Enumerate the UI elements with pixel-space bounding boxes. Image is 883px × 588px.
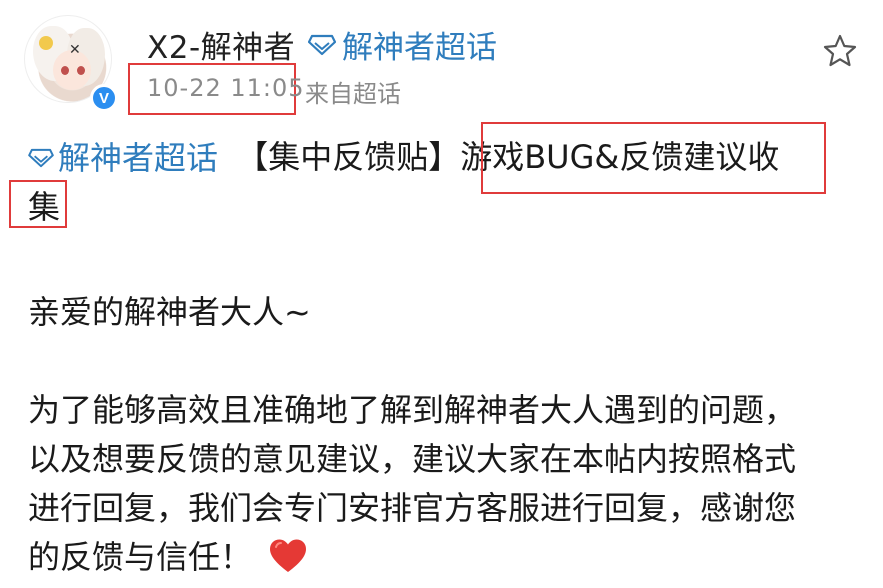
verified-badge-icon: V xyxy=(90,84,118,112)
post-title-prefix: 【集中反馈贴】 xyxy=(236,138,461,176)
diamond-icon xyxy=(308,34,336,55)
avatar-eye-right xyxy=(77,66,85,75)
avatar-ornament xyxy=(39,36,53,50)
post-topic-label: 解神者超话 xyxy=(58,139,219,177)
post-paragraph: 为了能够高效且准确地了解到解神者大人遇到的问题， 以及想要反馈的意见建议，建议大… xyxy=(28,386,868,582)
title-annotation-box xyxy=(481,122,826,194)
paragraph-line: 进行回复，我们会专门安排官方客服进行回复，感谢您 xyxy=(28,489,797,527)
title-continuation-annotation-box xyxy=(9,180,67,228)
weibo-post: ✕ V X2-解神者 解神者超话 10-22 11:05 来自超话 解神者超话 … xyxy=(0,0,883,588)
heart-icon xyxy=(270,539,307,572)
paragraph-line-last: 的反馈与信任！ xyxy=(28,533,868,582)
post-source[interactable]: 来自超话 xyxy=(305,74,401,109)
avatar-x-mark: ✕ xyxy=(69,42,81,58)
paragraph-line: 的反馈与信任！ xyxy=(28,538,253,576)
paragraph-line: 以及想要反馈的意见建议，建议大家在本帖内按照格式 xyxy=(28,440,797,478)
paragraph-line: 为了能够高效且准确地了解到解神者大人遇到的问题， xyxy=(28,391,797,429)
post-greeting: 亲爱的解神者大人~ xyxy=(28,293,311,331)
star-icon[interactable] xyxy=(822,33,858,69)
avatar-eye-left xyxy=(61,66,69,75)
post-topic-link[interactable]: 解神者超话 xyxy=(28,137,218,179)
header-topic-label: 解神者超话 xyxy=(342,30,497,66)
username[interactable]: X2-解神者 xyxy=(147,22,295,67)
header-topic-link[interactable]: 解神者超话 xyxy=(308,22,497,67)
post-timestamp: 10-22 11:05 xyxy=(147,74,305,102)
diamond-icon xyxy=(28,148,54,168)
